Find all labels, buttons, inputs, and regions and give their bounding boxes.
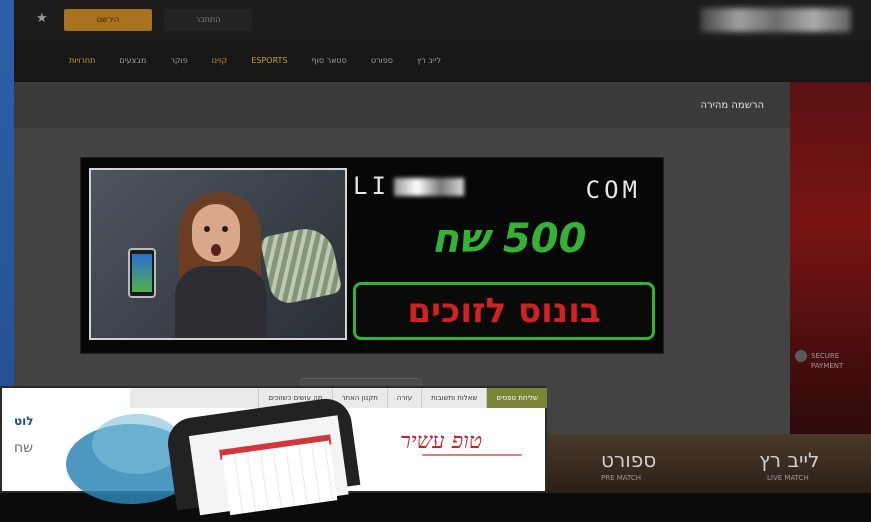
- nav-item-casino[interactable]: קזינו: [212, 56, 228, 65]
- tile-live-sub: LIVE MATCH: [767, 474, 809, 482]
- nav-item-live[interactable]: לייב רץ: [417, 56, 441, 65]
- domain-suffix: COM: [585, 176, 641, 204]
- promo-side-panel: [790, 82, 871, 434]
- inset-left-text-1: לוט: [14, 414, 34, 428]
- logo-letters: LI: [353, 172, 390, 200]
- nav-item-sport[interactable]: ספורט: [371, 56, 393, 65]
- body-shape: [175, 266, 267, 338]
- tile-sport[interactable]: ספורט: [601, 448, 656, 472]
- phone-screen: [188, 415, 349, 516]
- tile-sport-sub: PRE MATCH: [601, 474, 642, 482]
- inset-nav-faq[interactable]: שאלות ותשובות: [421, 388, 486, 408]
- secure-label-1: SECURE: [811, 352, 840, 360]
- bonus-text: בונוס לזוכים: [407, 291, 601, 331]
- phone-illustration: [164, 395, 361, 516]
- register-button[interactable]: הירשם: [64, 9, 152, 31]
- brand-logo: טופ עשיר: [400, 429, 483, 454]
- screenshot-frame: ★ הירשם התחבר לייב רץ ספורט סטאר סוף ESP…: [0, 0, 871, 516]
- site-logo: LI COM: [353, 172, 649, 212]
- tile-live[interactable]: לייב רץ: [759, 448, 819, 472]
- star-icon[interactable]: ★: [36, 11, 48, 26]
- blurred-user-area: [701, 8, 851, 32]
- blurred-domain: [393, 178, 464, 196]
- eye-shape: [204, 226, 210, 232]
- mouth-shape: [211, 244, 221, 256]
- secure-label-2: PAYMENT: [811, 362, 844, 370]
- woman-photo: [89, 168, 347, 340]
- bonus-banner[interactable]: LI COM 500 שח בונוס לזוכים: [80, 157, 664, 354]
- inset-nav-help[interactable]: עזרה: [386, 388, 421, 408]
- bottom-promo-tiles: ספורט PRE MATCH לייב רץ LIVE MATCH: [547, 434, 871, 493]
- phone-in-hand: [128, 248, 156, 298]
- nav-item-esports[interactable]: ESPORTS: [251, 56, 287, 65]
- nav-item-promotions[interactable]: מבצעים: [119, 56, 146, 65]
- modal-header: הרשמה מהירה: [14, 82, 790, 128]
- inset-nav-forms[interactable]: שליחת טפסים: [486, 388, 547, 408]
- top-bar: ★ הירשם התחבר: [14, 0, 871, 41]
- lottery-site-inset: שליחת טפסים שאלות ותשובות עזרה תקנון האת…: [0, 386, 547, 516]
- login-button[interactable]: התחבר: [164, 9, 252, 31]
- nav-item-poker[interactable]: פוקר: [170, 56, 187, 65]
- bonus-box: בונוס לזוכים: [353, 282, 655, 340]
- phone-screen: [132, 254, 152, 292]
- nav-items: לייב רץ ספורט סטאר סוף ESPORTS קזינו פוק…: [69, 40, 441, 80]
- brand-underline: [422, 454, 522, 456]
- cash-fan: [259, 223, 343, 307]
- nav-item-star[interactable]: סטאר סוף: [312, 56, 347, 65]
- nav-item-tournaments[interactable]: תחרויות: [69, 56, 95, 65]
- secure-payment-badge: SECURE PAYMENT: [795, 350, 843, 371]
- bonus-amount: 500 שח: [431, 216, 587, 262]
- modal-title: הרשמה מהירה: [700, 100, 764, 111]
- lock-icon: [795, 350, 807, 362]
- inset-left-text-2: שח: [14, 440, 34, 456]
- eye-shape: [222, 226, 228, 232]
- main-nav: לייב רץ ספורט סטאר סוף ESPORTS קזינו פוק…: [14, 40, 871, 80]
